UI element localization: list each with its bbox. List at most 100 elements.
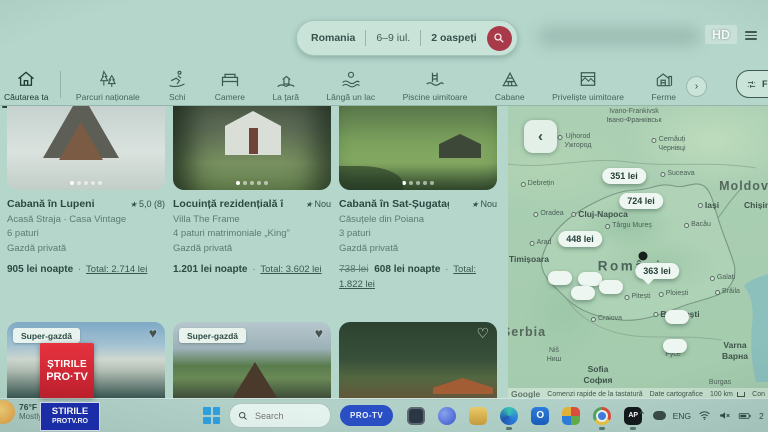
windows-start-button[interactable] [203,407,220,424]
tray-expand-icon[interactable]: ⌃ [638,410,646,421]
listing-rating: Nou [471,199,497,209]
superhost-badge: Super-gazdă [179,328,246,343]
listing-title[interactable]: Cabană în Sat-Șugatag [339,198,449,210]
battery-icon[interactable] [738,409,752,423]
store-icon[interactable] [560,405,582,427]
map-city-label: Cernăuți Чернівці [658,135,685,153]
stirile-protv-logo: ȘTIRILE PRO·TV [40,343,94,398]
category-tab[interactable]: Cabane [495,69,525,102]
search-dates[interactable]: 6–9 iul. [376,32,410,44]
wifi-icon[interactable] [698,409,711,422]
map-price-pin[interactable] [599,280,623,294]
category-tab[interactable]: Ferme [651,69,676,102]
category-tab[interactable]: Camere [215,69,245,102]
map-price-pin[interactable] [663,339,687,353]
hidden-tray-icon[interactable] [653,411,666,420]
category-tab[interactable]: Lângă un lac [326,69,375,102]
search-guests[interactable]: 2 oaspeți [431,32,477,44]
map-price-pin[interactable] [548,271,572,285]
listing-card[interactable]: Cabană în Sat-Șugatag Nou Căsuțele din P… [339,106,497,293]
farm-icon [654,69,674,89]
listing-photo[interactable] [7,106,165,190]
listing-old-price: 738 lei [339,264,368,275]
category-tab[interactable]: La țară [272,69,298,102]
carousel-dots[interactable] [70,181,102,185]
listing-photo[interactable] [339,106,497,190]
category-label: Camere [215,92,245,102]
favorite-heart-icon[interactable] [315,326,323,340]
listing-card[interactable]: Locuință rezidențială în ... Nou Villa T… [173,106,331,277]
carousel-dots[interactable] [236,181,268,185]
divider [60,71,61,98]
language-indicator[interactable]: ENG [673,411,691,421]
keyboard-shortcuts-link[interactable]: Comenzi rapide de la tastatură [547,391,642,398]
category-tab[interactable]: Priveliște uimitoare [552,69,624,102]
favorite-heart-icon[interactable] [149,326,157,340]
search-icon [493,32,505,44]
categories-next-button[interactable]: › [686,76,707,97]
listing-total-price[interactable]: Total: 2.714 lei [86,264,147,275]
search-input[interactable] [253,410,313,422]
listing-card[interactable]: Super-gazdă [173,322,331,400]
terms-link[interactable]: Con [752,391,765,398]
edge-icon[interactable] [498,405,520,427]
category-tab[interactable]: Căutarea ta [4,69,48,102]
category-label: Priveliște uimitoare [552,92,624,102]
listing-photo[interactable]: Super-gazdă [173,322,331,400]
chrome-icon[interactable] [591,405,613,427]
map-scale-bar [737,392,745,397]
map-data-link[interactable]: Date cartografice [650,391,703,398]
teams-icon[interactable] [436,405,458,427]
protv-taskbar-button[interactable]: PRO-TV [340,405,393,426]
taskbar-weather-widget[interactable]: 76°F Mostly [0,400,42,424]
listing-total-price[interactable]: Total: 3.602 lei [260,264,321,275]
home-icon [16,69,36,89]
map-city-label: Timișoara [509,254,549,265]
listing-title[interactable]: Locuință rezidențială în ... [173,198,283,210]
search-location[interactable]: Romania [311,32,355,44]
ski-icon [167,69,187,89]
category-tab[interactable]: Piscine uimitoare [403,69,468,102]
outlook-icon[interactable]: O [529,405,551,427]
logo-line2: PRO·TV [46,371,88,383]
category-tab[interactable]: Schi [167,69,187,102]
clock[interactable]: 2 [759,411,768,421]
map-price-pin[interactable]: 448 lei [558,231,602,247]
listing-photo[interactable] [173,106,331,190]
map-price-pin[interactable]: 351 lei [602,168,646,184]
listing-host-type: Gazdă privată [7,243,165,254]
listing-subtitle: Căsuțele din Poiana [339,214,497,225]
map-scale-label: 100 km [710,391,733,398]
map-collapse-button[interactable]: ‹ [524,120,557,153]
listing-price: 905 lei noapte [7,264,73,275]
search-button[interactable] [487,26,512,51]
task-view-icon[interactable] [405,405,427,427]
taskbar-search-box[interactable] [229,403,331,428]
carousel-dots[interactable] [402,181,434,185]
map-price-pin[interactable]: 724 lei [619,193,663,209]
map-price-pin[interactable]: 363 lei [635,263,679,279]
listing-photo[interactable] [339,322,497,400]
map-city-label: Ujhorod Ужгород [565,132,592,150]
windows-taskbar: 76°F Mostly PRO-TV [0,398,768,432]
listing-card[interactable]: Cabană în Lupeni 5,0 (8) Acasă Straja · … [7,106,165,277]
file-explorer-icon[interactable] [467,405,489,427]
listing-title[interactable]: Cabană în Lupeni [7,198,95,210]
listing-beds: 6 paturi [7,228,165,239]
corner-logo-line1: STIRILE [52,407,88,417]
map-price-pin[interactable] [665,310,689,324]
running-indicator [599,427,605,430]
map-panel[interactable]: Ujhorod Ужгород Ivano-Frankivsk Івано-Фр… [508,106,768,400]
category-label: Parcuri naționale [76,92,140,102]
selected-listing-map-dot[interactable] [639,252,648,261]
volume-muted-icon[interactable] [718,409,731,422]
map-price-pin[interactable] [571,286,595,300]
category-tab[interactable]: Parcuri naționale [76,69,140,102]
view-icon [578,69,598,89]
favorite-heart-icon[interactable] [476,326,489,340]
map-city-label: Serbia [508,324,546,340]
listing-card[interactable] [339,322,497,400]
filters-button[interactable]: Filtre [736,70,768,98]
search-bar[interactable]: Romania 6–9 iul. 2 oaspeți [296,20,518,56]
superhost-badge: Super-gazdă [13,328,80,343]
